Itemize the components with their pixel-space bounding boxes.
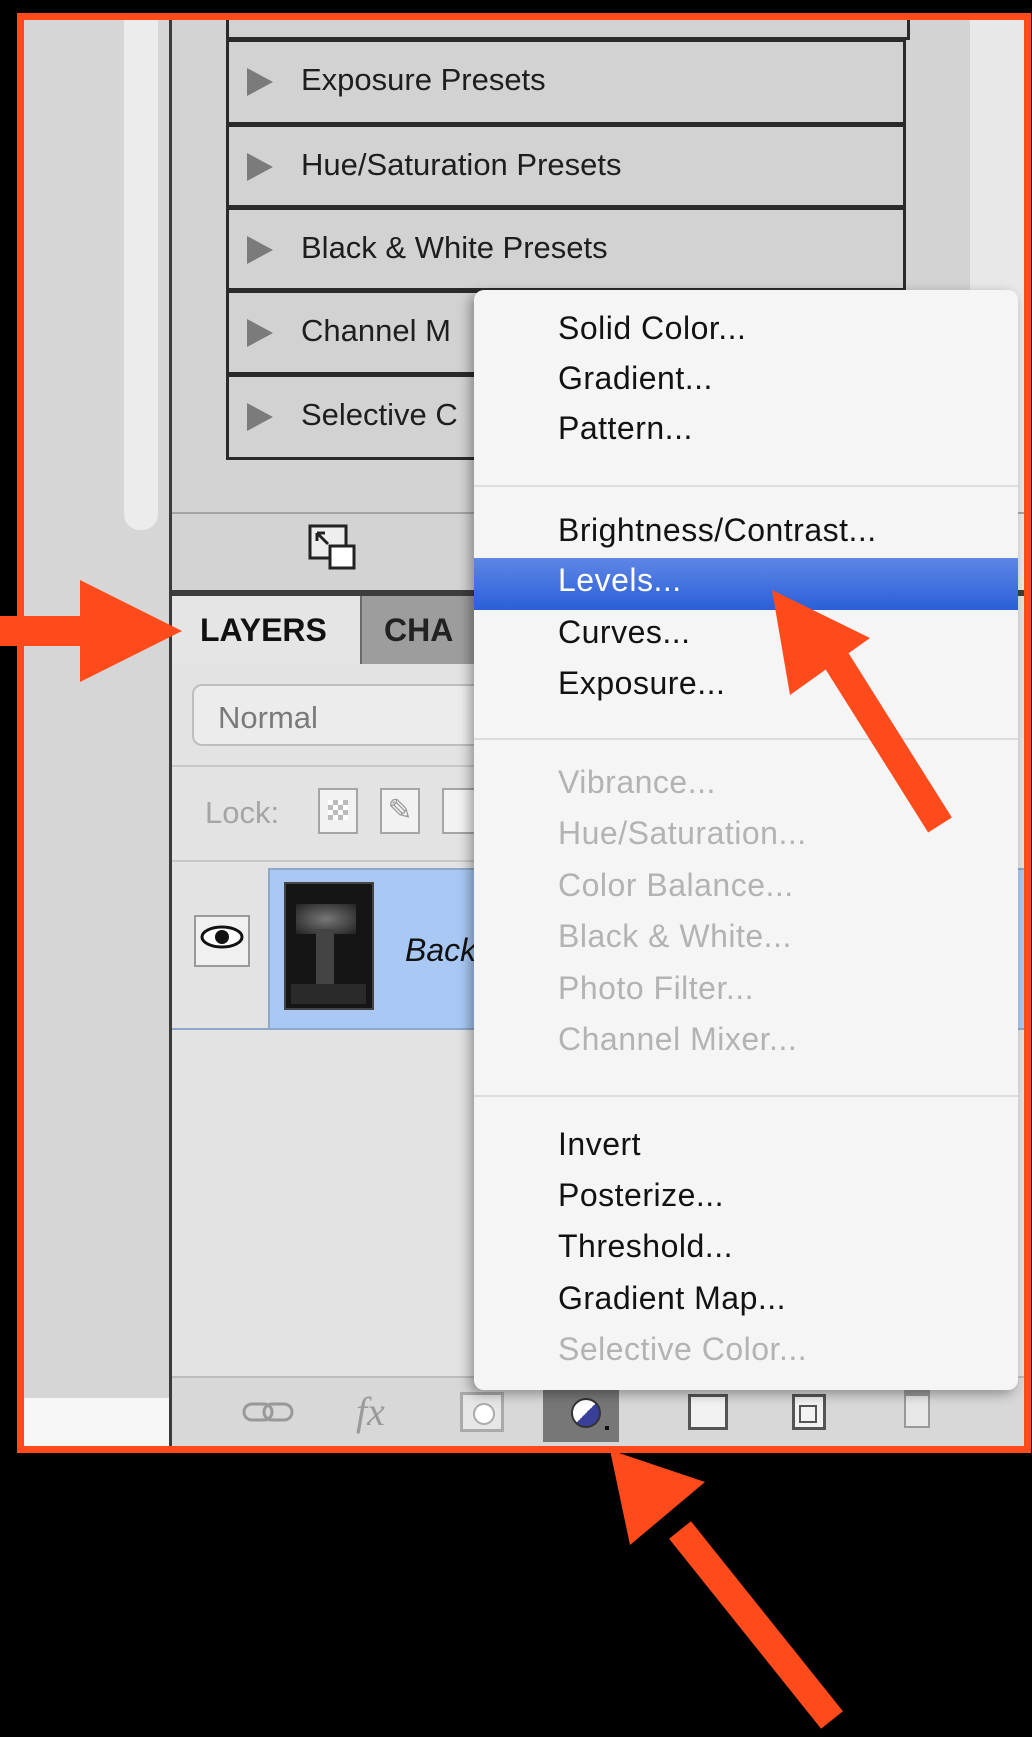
arrow-to-adjustment-button xyxy=(610,1450,843,1729)
arrow-to-layers-tab xyxy=(0,580,182,682)
arrow-to-levels xyxy=(772,590,952,833)
annotation-arrows xyxy=(0,580,952,1729)
